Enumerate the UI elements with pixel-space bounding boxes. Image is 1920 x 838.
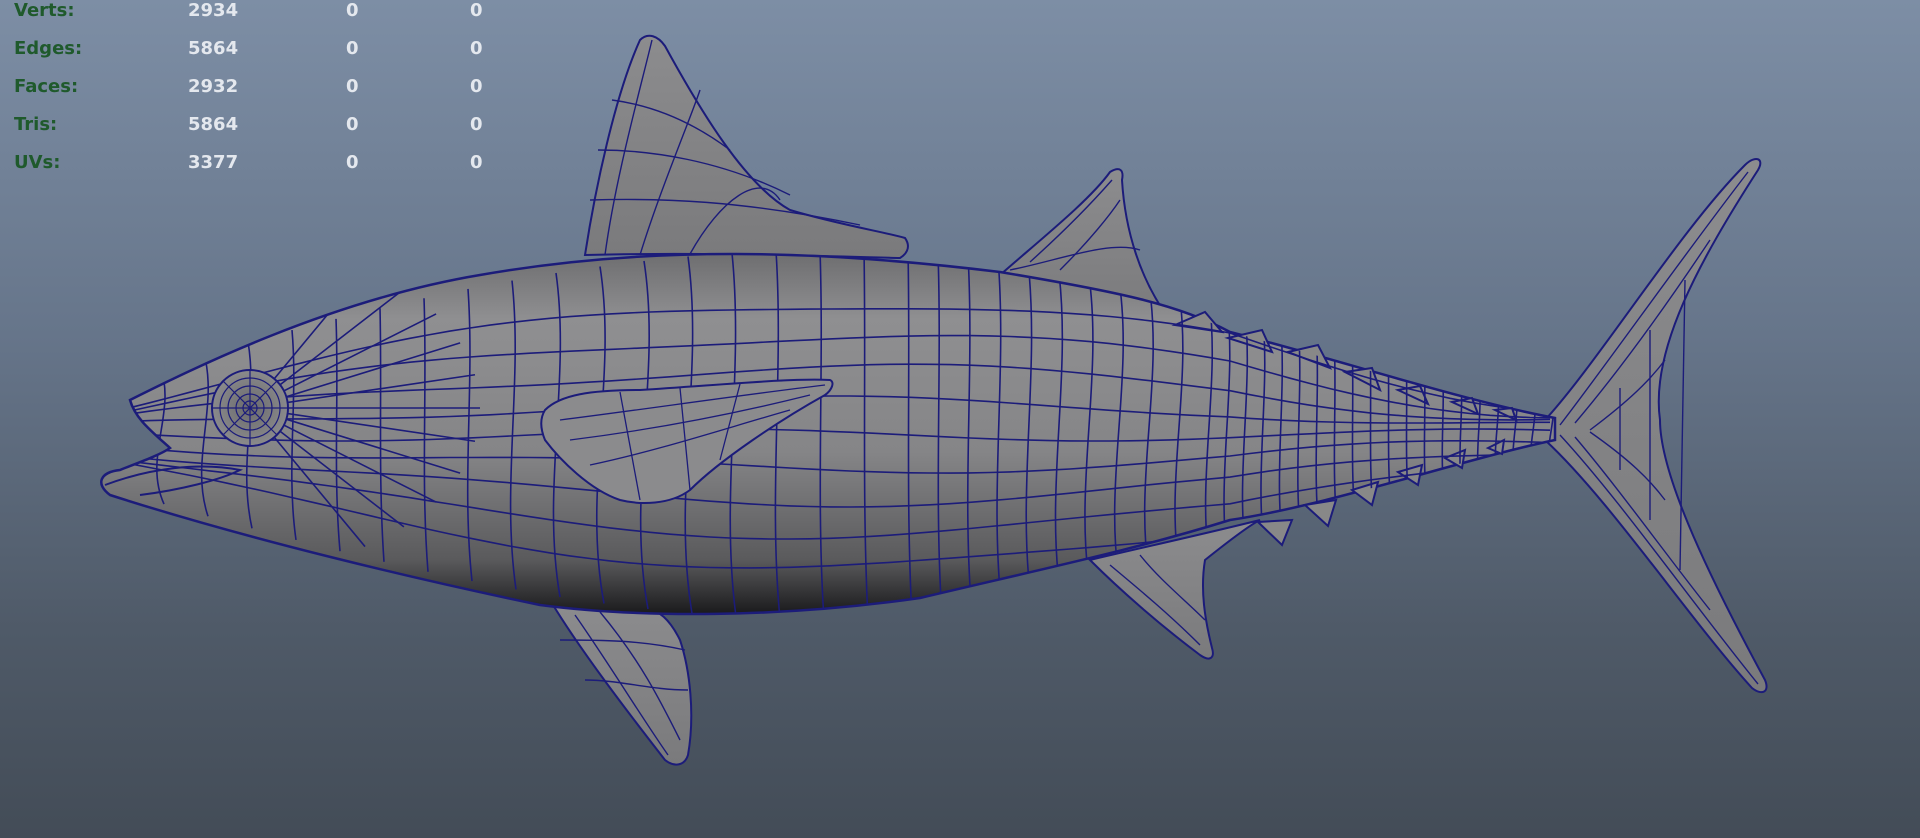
tail-fin — [1544, 158, 1768, 694]
tuna-mesh[interactable] — [0, 0, 1920, 838]
eye-wire — [212, 370, 288, 446]
3d-viewport[interactable]: Verts: 2934 0 0 Edges: 5864 0 0 Faces: 2… — [0, 0, 1920, 838]
mesh-body — [100, 252, 1557, 616]
